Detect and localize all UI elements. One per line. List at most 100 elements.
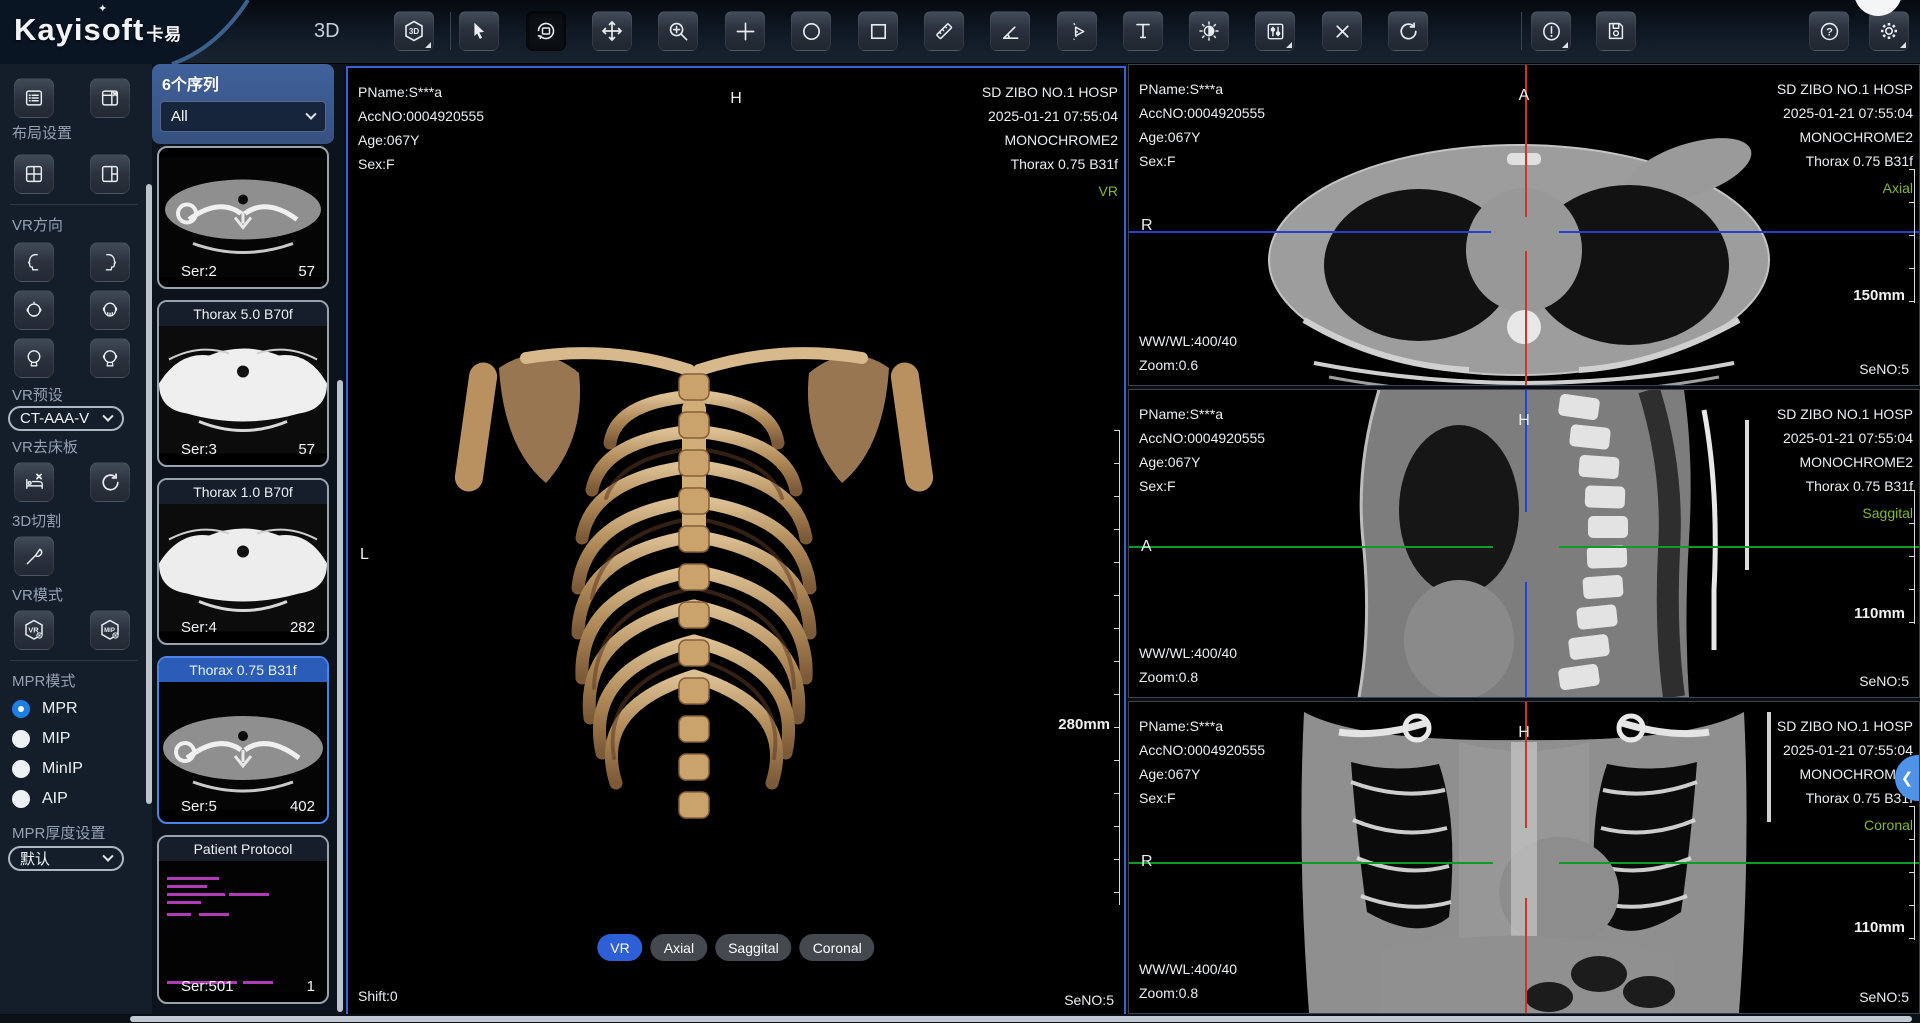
angle-tool-button[interactable] bbox=[990, 11, 1030, 51]
study-info-overlay: SD ZIBO NO.1 HOSP 2025-01-21 07:55:04 MO… bbox=[982, 80, 1118, 203]
vr-mode-vr-button[interactable]: VR bbox=[14, 610, 54, 650]
patient-info-overlay: PName:S***a AccNO:0004920555 Age:067Y Se… bbox=[1139, 77, 1265, 173]
orientation-marker-left: R bbox=[1141, 853, 1153, 871]
series-thumbnail-ser3[interactable]: Thorax 5.0 B70f Ser:3 57 bbox=[157, 300, 329, 467]
view-button-vr[interactable]: VR bbox=[597, 934, 642, 961]
series-filter-select[interactable]: All bbox=[160, 101, 326, 132]
window-level-button[interactable] bbox=[1189, 11, 1229, 51]
series-scrollbar[interactable] bbox=[337, 380, 343, 1012]
sidebar-scrollbar[interactable] bbox=[146, 184, 152, 804]
vr-orient-head-right-button[interactable] bbox=[90, 242, 130, 282]
series-thumbnail-ser4[interactable]: Thorax 1.0 B70f Ser:4 282 bbox=[157, 478, 329, 645]
vr-orient-head-back-button[interactable] bbox=[14, 338, 54, 378]
shift-value: Shift:0 bbox=[358, 984, 398, 1008]
help-button[interactable]: ? bbox=[1809, 11, 1849, 51]
save-button[interactable] bbox=[1596, 11, 1636, 51]
select-cursor-button[interactable] bbox=[459, 11, 499, 51]
viewport-coronal[interactable]: PName:S***a AccNO:0004920555 Age:067Y Se… bbox=[1128, 701, 1920, 1014]
view-button-saggital[interactable]: Saggital bbox=[715, 934, 792, 961]
crosshair-button[interactable] bbox=[725, 11, 765, 51]
svg-text:MIP: MIP bbox=[104, 628, 115, 634]
mpr-mode-radio-mip[interactable]: MIP bbox=[12, 730, 70, 748]
series-description: Thorax 0.75 B31f bbox=[1777, 149, 1913, 173]
viewport-3d-vr[interactable]: PName:S***a AccNO:0004920555 Age:067Y Se… bbox=[346, 66, 1126, 1016]
ellipse-tool-button[interactable] bbox=[791, 11, 831, 51]
series-thumbnail-ser5-selected[interactable]: Thorax 0.75 B31f Ser:5 402 bbox=[157, 656, 329, 824]
study-datetime: 2025-01-21 07:55:04 bbox=[1777, 101, 1913, 125]
mpr-thickness-select[interactable]: 默认 bbox=[8, 846, 124, 871]
vr-orient-head-bottom-button[interactable] bbox=[90, 290, 130, 330]
reset-view-button[interactable] bbox=[1388, 11, 1428, 51]
zoom-button[interactable] bbox=[658, 11, 698, 51]
horizontal-scrollbar[interactable] bbox=[130, 1016, 1912, 1022]
crosshair-horizontal-green[interactable] bbox=[1559, 862, 1919, 864]
layout-grid-button[interactable] bbox=[14, 154, 54, 194]
mpr-mode-radio-aip[interactable]: AIP bbox=[12, 790, 68, 808]
viewport-saggital[interactable]: PName:S***a AccNO:0004920555 Age:067Y Se… bbox=[1128, 389, 1920, 698]
help-icon: ? bbox=[1818, 20, 1841, 43]
logo-word-cn: 卡易 bbox=[146, 25, 182, 44]
mpr-mode-radio-minip[interactable]: MinIP bbox=[12, 760, 83, 778]
rectangle-tool-button[interactable] bbox=[858, 11, 898, 51]
vr-mode-mip-button[interactable]: MIP bbox=[90, 610, 130, 650]
reset-icon bbox=[99, 471, 122, 494]
image-count: 57 bbox=[298, 441, 315, 458]
delete-annotation-button[interactable] bbox=[1322, 11, 1362, 51]
cube-3d-icon: 3D bbox=[402, 19, 426, 43]
text-tool-button[interactable] bbox=[1123, 11, 1163, 51]
study-datetime: 2025-01-21 07:55:04 bbox=[982, 104, 1118, 128]
window-info: WW/WL:400/40 Zoom:0.8 bbox=[1139, 641, 1237, 689]
series-thumbnail-ser2[interactable]: Ser:2 57 bbox=[157, 146, 329, 289]
crosshair-horizontal-green[interactable] bbox=[1559, 546, 1919, 548]
crosshair-horizontal-blue[interactable] bbox=[1129, 231, 1491, 233]
vr-orient-head-front-button[interactable] bbox=[90, 338, 130, 378]
pan-button[interactable] bbox=[592, 11, 632, 51]
vr-bed-reset-button[interactable] bbox=[90, 462, 130, 502]
vr-orient-head-top-button[interactable] bbox=[14, 290, 54, 330]
series-description: Thorax 0.75 B31f bbox=[1777, 474, 1913, 498]
crosshair-horizontal-green[interactable] bbox=[1129, 546, 1493, 548]
crosshair-horizontal-blue[interactable] bbox=[1559, 231, 1919, 233]
crosshair-vertical-blue[interactable] bbox=[1525, 390, 1527, 512]
accession-number: AccNO:0004920555 bbox=[1139, 101, 1265, 125]
cobb-angle-tool-button[interactable] bbox=[1057, 11, 1097, 51]
series-panel: 6个序列 All Ser:2 57 Thorax 5. bbox=[152, 64, 344, 1016]
crosshair-vertical-red[interactable] bbox=[1525, 251, 1527, 385]
series-list-toggle-button[interactable] bbox=[14, 78, 54, 118]
crosshair-vertical-red[interactable] bbox=[1525, 702, 1527, 828]
cut-3d-button[interactable] bbox=[14, 536, 54, 576]
layout-close-icon bbox=[99, 87, 121, 109]
ruler-tool-button[interactable] bbox=[924, 11, 964, 51]
layout-right-column-button[interactable] bbox=[90, 154, 130, 194]
scale-label: 110mm bbox=[1854, 605, 1905, 622]
mpr-mode-radio-mpr[interactable]: MPR bbox=[12, 700, 78, 718]
scale-ruler bbox=[1112, 430, 1120, 905]
reset-icon bbox=[1397, 20, 1420, 43]
chevron-left-icon: ❮ bbox=[1901, 769, 1914, 787]
divider bbox=[10, 660, 138, 661]
close-layout-button[interactable] bbox=[90, 78, 130, 118]
remove-bed-button[interactable] bbox=[14, 462, 54, 502]
view-type-label: VR bbox=[982, 179, 1118, 203]
scale-label: 110mm bbox=[1854, 919, 1905, 936]
view-button-axial[interactable]: Axial bbox=[651, 934, 707, 961]
3d-mode-button[interactable]: 3D bbox=[394, 11, 434, 51]
study-info-overlay: SD ZIBO NO.1 HOSP 2025-01-21 07:55:04 MO… bbox=[1777, 77, 1913, 200]
vr-orient-head-left-button[interactable] bbox=[14, 242, 54, 282]
crosshair-horizontal-green[interactable] bbox=[1129, 862, 1493, 864]
series-thumbnail-ser501[interactable]: Patient Protocol Ser:501 1 bbox=[157, 835, 329, 1004]
crosshair-vertical-blue[interactable] bbox=[1525, 582, 1527, 697]
radio-icon bbox=[12, 730, 30, 748]
adjustments-button[interactable] bbox=[1255, 11, 1295, 51]
series-count-title: 6个序列 bbox=[162, 71, 219, 95]
layout-section-label: 布局设置 bbox=[12, 122, 72, 143]
rotate-3d-button[interactable] bbox=[526, 11, 566, 51]
alert-button[interactable] bbox=[1531, 11, 1571, 51]
crosshair-vertical-red[interactable] bbox=[1525, 898, 1527, 1013]
settings-button[interactable] bbox=[1869, 11, 1909, 51]
viewport-axial[interactable]: PName:S***a AccNO:0004920555 Age:067Y Se… bbox=[1128, 64, 1920, 386]
toolbar-separator bbox=[1521, 12, 1522, 50]
mode-label-3d: 3D bbox=[314, 20, 340, 43]
vr-preset-select[interactable]: CT-AAA-V bbox=[8, 406, 124, 431]
view-button-coronal[interactable]: Coronal bbox=[800, 934, 875, 961]
